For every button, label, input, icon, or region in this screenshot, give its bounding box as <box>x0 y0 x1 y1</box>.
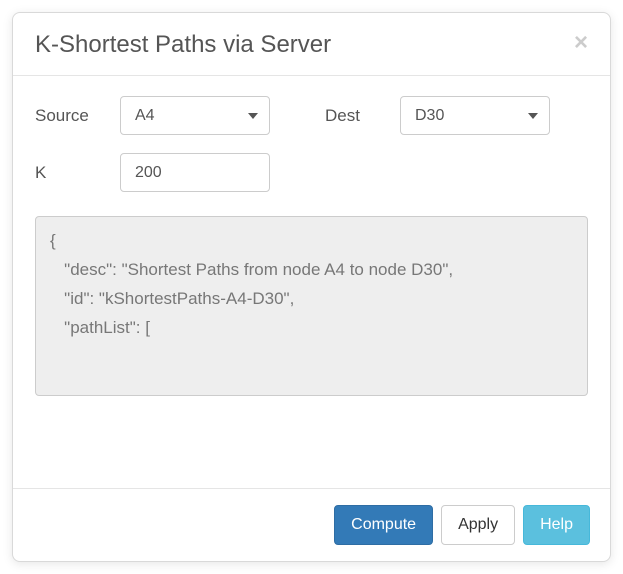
select-wrap-source: A4 <box>120 96 270 135</box>
modal-dialog: K-Shortest Paths via Server × Source A4 … <box>12 12 611 562</box>
modal-title: K-Shortest Paths via Server <box>35 31 331 59</box>
modal-footer: Compute Apply Help <box>13 488 610 561</box>
compute-button[interactable]: Compute <box>334 505 433 545</box>
row-k: K <box>35 153 588 192</box>
modal-body: Source A4 Dest D30 K { "desc": "Shortest… <box>13 76 610 488</box>
dest-select[interactable]: D30 <box>400 96 550 135</box>
source-select[interactable]: A4 <box>120 96 270 135</box>
label-source: Source <box>35 106 120 126</box>
help-button[interactable]: Help <box>523 505 590 545</box>
label-dest: Dest <box>325 106 400 126</box>
select-wrap-dest: D30 <box>400 96 550 135</box>
apply-button[interactable]: Apply <box>441 505 515 545</box>
row-source-dest: Source A4 Dest D30 <box>35 96 588 135</box>
modal-header: K-Shortest Paths via Server × <box>13 13 610 76</box>
label-k: K <box>35 163 120 183</box>
close-icon[interactable]: × <box>574 31 588 55</box>
output-textarea[interactable]: { "desc": "Shortest Paths from node A4 t… <box>35 216 588 396</box>
k-input[interactable] <box>120 153 270 192</box>
